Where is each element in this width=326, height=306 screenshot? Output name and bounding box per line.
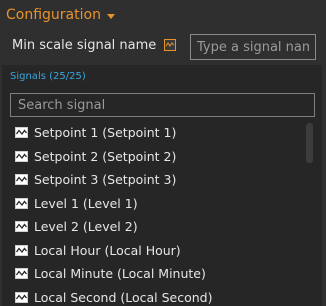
waveform-icon — [15, 174, 28, 186]
configuration-title: Configuration — [6, 7, 101, 23]
waveform-icon — [15, 127, 28, 139]
waveform-icon — [15, 150, 28, 162]
signal-list: Setpoint 1 (Setpoint 1) Setpoint 2 (Setpo… — [2, 121, 302, 306]
signal-item-label: Local Minute (Local Minute) — [34, 266, 206, 282]
signal-item-label: Local Second (Local Second) — [34, 289, 213, 305]
waveform-icon[interactable] — [164, 39, 176, 51]
min-scale-row: Min scale signal name — [12, 34, 318, 60]
signal-list-item[interactable]: Setpoint 3 (Setpoint 3) — [2, 168, 302, 192]
configuration-dropdown-toggle[interactable]: Configuration — [6, 5, 115, 25]
search-signal-input[interactable] — [10, 93, 315, 117]
waveform-icon — [15, 268, 28, 280]
signal-item-label: Level 2 (Level 2) — [34, 219, 138, 235]
caret-down-icon — [106, 13, 115, 19]
signals-dropdown-panel: Signals (25/25) Setpoint 1 (Setpoint 1)S… — [2, 65, 322, 306]
waveform-icon — [15, 244, 28, 256]
signal-list-item[interactable]: Setpoint 1 (Setpoint 1) — [2, 121, 302, 145]
signal-item-label: Local Hour (Local Hour) — [34, 242, 181, 258]
signal-name-input[interactable] — [190, 34, 316, 60]
signal-list-item[interactable]: Setpoint 2 (Setpoint 2) — [2, 145, 302, 169]
waveform-icon — [15, 221, 28, 233]
waveform-icon — [15, 197, 28, 209]
signal-list-item[interactable]: Level 2 (Level 2) — [2, 215, 302, 239]
signal-list-item[interactable]: Level 1 (Level 1) — [2, 192, 302, 216]
signal-list-item[interactable]: Local Hour (Local Hour) — [2, 239, 302, 263]
scrollbar-thumb[interactable] — [306, 123, 313, 163]
signal-list-item[interactable]: Local Minute (Local Minute) — [2, 262, 302, 286]
min-scale-label: Min scale signal name — [12, 38, 157, 53]
signal-item-label: Level 1 (Level 1) — [34, 195, 138, 211]
waveform-icon — [15, 291, 28, 303]
signals-count: Signals (25/25) — [10, 71, 86, 82]
signal-item-label: Setpoint 1 (Setpoint 1) — [34, 125, 177, 141]
signal-list-item[interactable]: Local Second (Local Second) — [2, 286, 302, 306]
signal-item-label: Setpoint 3 (Setpoint 3) — [34, 172, 177, 188]
signal-item-label: Setpoint 2 (Setpoint 2) — [34, 148, 177, 164]
